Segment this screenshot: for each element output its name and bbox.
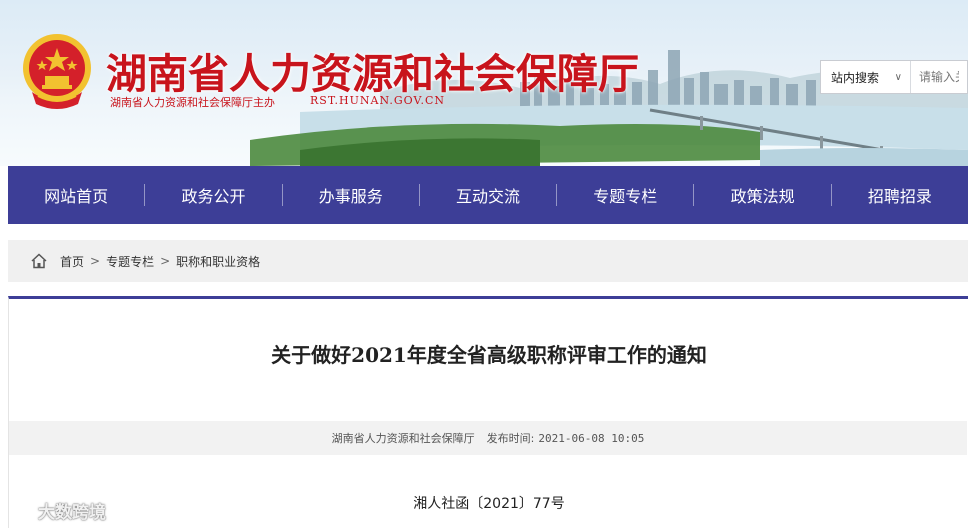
breadcrumb-separator: > xyxy=(90,254,101,268)
site-subtitle: 湖南省人力资源和社会保障厅主办 xyxy=(110,96,275,109)
chevron-down-icon: ∨ xyxy=(894,71,902,83)
nav-item-special-topics[interactable]: 专题专栏 xyxy=(557,183,693,207)
site-url: RST.HUNAN.GOV.CN xyxy=(310,94,446,107)
nav-item-interaction[interactable]: 互动交流 xyxy=(420,183,556,207)
nav-item-government-affairs[interactable]: 政务公开 xyxy=(145,183,281,207)
site-title: 湖南省人力资源和社会保障厅 xyxy=(106,50,639,98)
document-number: 湘人社函〔2021〕77号 xyxy=(413,496,565,512)
search-input[interactable] xyxy=(911,61,967,93)
article-source: 湖南省人力资源和社会保障厅 xyxy=(331,432,475,445)
article: 关于做好2021年度全省高级职称评审工作的通知 湖南省人力资源和社会保障厅 发布… xyxy=(8,296,968,528)
watermark: 大数跨境 xyxy=(8,498,106,523)
publish-time: 2021-06-08 10:05 xyxy=(538,431,645,445)
publish-time-label: 发布时间: xyxy=(486,432,535,445)
article-meta: 湖南省人力资源和社会保障厅 发布时间: 2021-06-08 10:05 xyxy=(9,421,967,455)
search-scope-select[interactable]: 站内搜索 ∨ xyxy=(821,61,911,93)
search-box: 站内搜索 ∨ xyxy=(820,60,968,94)
national-emblem-icon xyxy=(23,34,91,109)
nav-item-recruitment[interactable]: 招聘招录 xyxy=(832,183,968,207)
search-scope-label: 站内搜索 xyxy=(831,70,880,85)
breadcrumb-separator: > xyxy=(160,254,171,268)
site-header: 湖南省人力资源和社会保障厅 湖南省人力资源和社会保障厅主办 RST.HUNAN.… xyxy=(0,0,968,166)
nav-item-policies[interactable]: 政策法规 xyxy=(694,183,830,207)
article-title: 关于做好2021年度全省高级职称评审工作的通知 xyxy=(271,343,707,367)
watermark-logo-icon xyxy=(9,503,34,518)
nav-item-services[interactable]: 办事服务 xyxy=(283,183,419,207)
breadcrumb-home[interactable]: 首页 xyxy=(60,253,84,270)
breadcrumb-special-topics[interactable]: 专题专栏 xyxy=(106,253,154,270)
home-icon[interactable] xyxy=(30,252,48,270)
main-nav: 网站首页 政务公开 办事服务 互动交流 专题专栏 政策法规 招聘招录 xyxy=(8,166,968,224)
watermark-text: 大数跨境 xyxy=(38,503,106,523)
breadcrumb: 首页 > 专题专栏 > 职称和职业资格 xyxy=(8,240,968,282)
nav-item-home[interactable]: 网站首页 xyxy=(8,183,144,207)
breadcrumb-titles-qualifications[interactable]: 职称和职业资格 xyxy=(176,253,260,270)
